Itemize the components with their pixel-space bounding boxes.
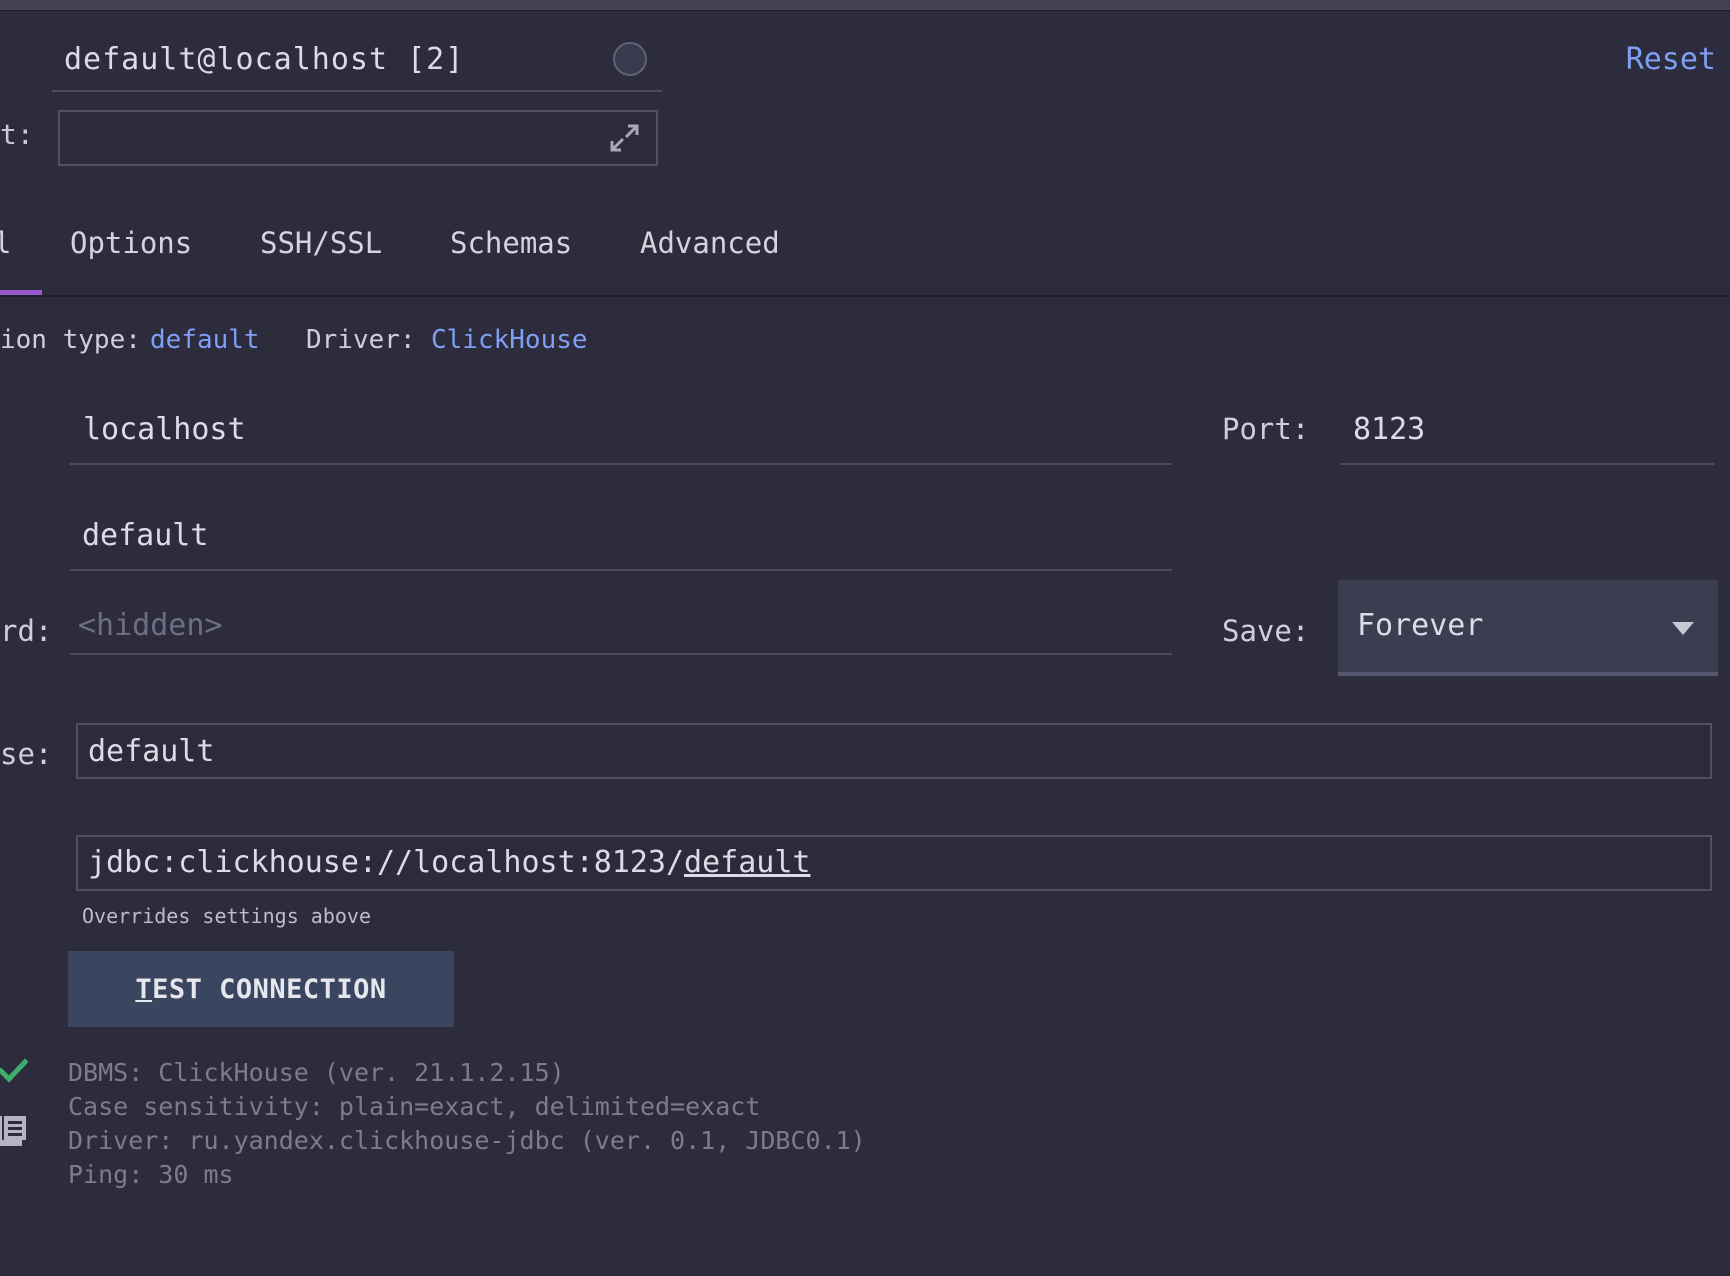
connection-type-label: ion type:: [0, 325, 141, 355]
tab-options[interactable]: Options: [70, 226, 192, 260]
connection-type-link[interactable]: default: [150, 325, 260, 355]
driver-label: Driver:: [306, 325, 416, 355]
password-label: rd:: [0, 614, 53, 648]
url-prefix: jdbc:clickhouse://localhost:8123/: [88, 845, 685, 880]
copy-icon[interactable]: [0, 1112, 28, 1152]
connection-name-value: default@localhost [2]: [64, 42, 465, 77]
password-placeholder: <hidden>: [78, 608, 223, 643]
tab-schemas[interactable]: Schemas: [450, 226, 572, 260]
check-icon: [0, 1058, 28, 1083]
dropdown-caret-icon[interactable]: [1672, 622, 1694, 635]
driver-link[interactable]: ClickHouse: [431, 325, 588, 355]
url-database: default: [684, 845, 811, 880]
save-select-value: Forever: [1357, 608, 1484, 643]
port-value: 8123: [1353, 412, 1426, 447]
database-input[interactable]: [76, 723, 1712, 779]
host-value: localhost: [83, 412, 246, 447]
result-ping: Ping: 30 ms: [68, 1160, 234, 1189]
tab-advanced[interactable]: Advanced: [640, 226, 780, 260]
port-label: Port:: [1222, 412, 1310, 446]
comment-label: t:: [0, 118, 34, 151]
tabs-divider: [0, 295, 1730, 297]
connection-color-picker[interactable]: [613, 42, 647, 76]
password-input[interactable]: [70, 593, 1172, 655]
test-button-label: EST CONNECTION: [152, 973, 387, 1005]
database-label: se:: [0, 737, 53, 771]
result-case-sensitivity: Case sensitivity: plain=exact, delimited…: [68, 1092, 761, 1121]
result-driver: Driver: ru.yandex.clickhouse-jdbc (ver. …: [68, 1126, 866, 1155]
tab-main[interactable]: l: [0, 226, 11, 260]
save-label: Save:: [1222, 614, 1310, 648]
test-connection-button[interactable]: TEST CONNECTION: [68, 951, 454, 1027]
tab-ssh-ssl[interactable]: SSH/SSL: [260, 226, 382, 260]
comment-input[interactable]: [58, 110, 658, 166]
database-value: default: [88, 734, 215, 769]
window-top-bar: [0, 0, 1730, 11]
result-dbms: DBMS: ClickHouse (ver. 21.1.2.15): [68, 1058, 565, 1087]
reset-link[interactable]: Reset: [1626, 42, 1716, 77]
url-value: jdbc:clickhouse://localhost:8123/default: [88, 845, 810, 880]
user-value: default: [82, 518, 209, 553]
test-button-mnemonic: T: [135, 973, 153, 1005]
expand-icon[interactable]: [606, 120, 642, 156]
url-hint: Overrides settings above: [82, 904, 371, 928]
user-input[interactable]: [70, 509, 1172, 571]
